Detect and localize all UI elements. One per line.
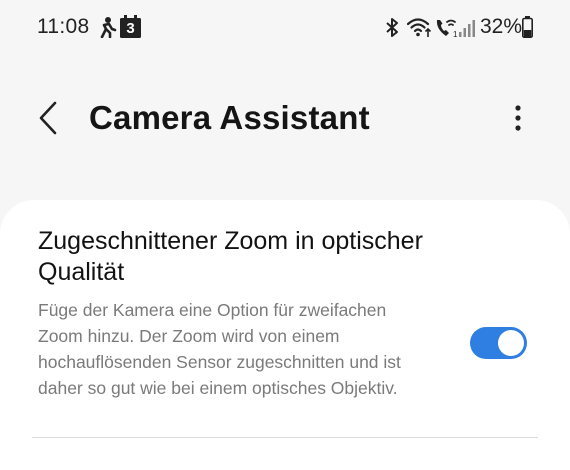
cropped-zoom-toggle[interactable] <box>470 327 527 359</box>
bluetooth-icon <box>385 17 399 43</box>
status-bar: 11:08 3 1 32% <box>0 0 570 56</box>
back-button[interactable] <box>28 98 68 142</box>
toggle-knob <box>498 330 524 356</box>
setting-title: Zugeschnittener Zoom in optischer Qualit… <box>38 227 423 286</box>
divider <box>32 437 538 438</box>
setting-row-cropped-zoom[interactable]: Zugeschnittener Zoom in optischer Qualit… <box>38 226 538 401</box>
battery-percent: 32% <box>480 15 523 38</box>
setting-description: Füge der Kamera eine Option für zweifach… <box>38 300 401 398</box>
calendar-day: 3 <box>126 20 135 37</box>
more-vertical-icon <box>515 104 521 136</box>
app-header: Camera Assistant <box>0 80 570 160</box>
walking-figure-icon <box>97 16 117 43</box>
battery-icon <box>522 16 533 43</box>
calendar-icon: 3 <box>120 15 141 43</box>
wifi-icon <box>406 17 433 43</box>
signal-icon <box>458 17 476 43</box>
chevron-left-icon <box>38 101 58 140</box>
more-options-button[interactable] <box>500 98 536 142</box>
page-title: Camera Assistant <box>89 99 370 136</box>
wifi-calling-icon: 1 <box>434 17 458 43</box>
settings-card: Zugeschnittener Zoom in optischer Qualit… <box>0 200 570 470</box>
status-time: 11:08 <box>37 15 90 38</box>
